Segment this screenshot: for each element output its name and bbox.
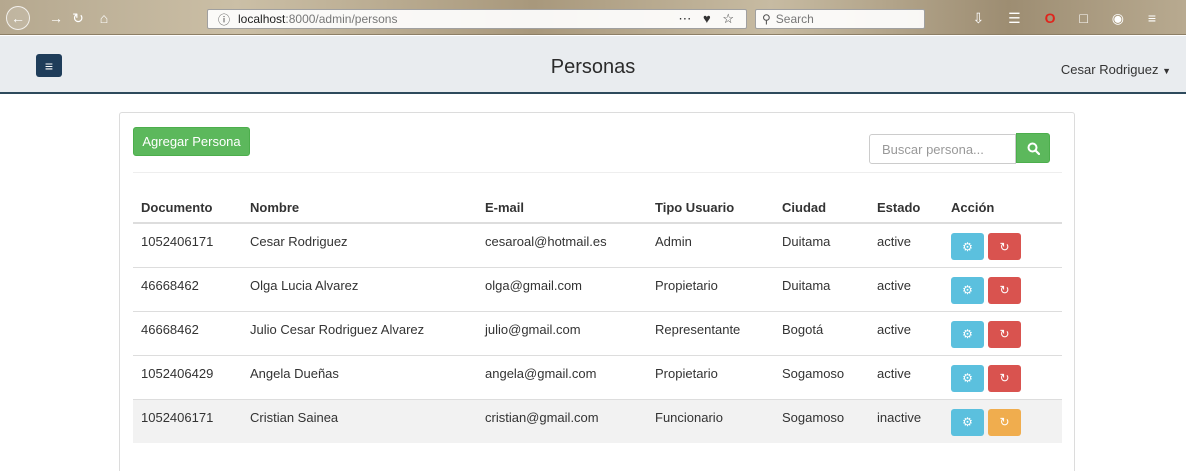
search-icon (1027, 142, 1040, 155)
cell-accion: ⚙ ↻ (943, 266, 1062, 311)
url-host: localhost (238, 12, 286, 26)
cell-tipo-usuario: Propietario (647, 266, 774, 311)
browser-search-box[interactable]: ⚲ Search (755, 9, 925, 29)
toggle-status-button[interactable]: ↻ (988, 364, 1021, 392)
info-icon: ⓘ (218, 12, 231, 27)
search-person-input[interactable] (869, 134, 1016, 164)
user-menu[interactable]: Cesar Rodriguez ▼ (1061, 62, 1171, 77)
forward-button[interactable]: → (44, 6, 68, 30)
table-row: 1052406171 Cesar Rodriguez cesaroal@hotm… (133, 222, 1062, 267)
cell-email: olga@gmail.com (477, 266, 647, 311)
cell-estado: inactive (869, 398, 943, 443)
cell-email: julio@gmail.com (477, 310, 647, 355)
cell-tipo-usuario: Funcionario (647, 398, 774, 443)
cell-documento: 1052406429 (133, 354, 242, 399)
cell-nombre: Olga Lucia Alvarez (242, 266, 477, 311)
search-icon: ⚲ (762, 12, 771, 26)
cell-tipo-usuario: Representante (647, 310, 774, 355)
opera-icon[interactable]: O (1045, 10, 1066, 26)
cell-email: cristian@gmail.com (477, 398, 647, 443)
cell-estado: active (869, 310, 943, 355)
cell-documento: 1052406171 (133, 222, 242, 267)
refresh-icon: ↻ (999, 283, 1010, 297)
reload-button[interactable]: ↻ (66, 6, 90, 30)
page-title: Personas (550, 56, 636, 78)
cell-accion: ⚙ ↻ (943, 398, 1062, 443)
gear-icon: ⚙ (962, 239, 973, 254)
cell-email: cesaroal@hotmail.es (477, 222, 647, 267)
refresh-icon: ↻ (999, 371, 1010, 385)
divider (133, 172, 1062, 173)
address-bar[interactable]: ⓘ localhost:8000/admin/persons ⋯ ♥ ☆ (207, 9, 747, 29)
edit-button[interactable]: ⚙ (951, 276, 984, 304)
cell-nombre: Cristian Sainea (242, 398, 477, 443)
gear-icon: ⚙ (962, 371, 973, 385)
cell-ciudad: Bogotá (774, 310, 869, 355)
cell-estado: active (869, 266, 943, 311)
cell-accion: ⚙ ↻ (943, 354, 1062, 399)
search-button[interactable] (1016, 133, 1050, 163)
cell-email: angela@gmail.com (477, 354, 647, 399)
table-row: 46668462 Julio Cesar Rodriguez Alvarez j… (133, 310, 1062, 355)
cell-ciudad: Sogamoso (774, 398, 869, 443)
cell-estado: active (869, 222, 943, 267)
edit-button[interactable]: ⚙ (951, 233, 984, 260)
arrow-left-icon: ← (11, 10, 25, 26)
home-button[interactable]: ⌂ (92, 6, 116, 30)
cell-accion: ⚙ ↻ (943, 222, 1062, 267)
table-row: 46668462 Olga Lucia Alvarez olga@gmail.c… (133, 266, 1062, 311)
reload-icon: ↻ (72, 9, 84, 26)
column-header: Documento (133, 193, 242, 224)
refresh-icon: ↻ (999, 239, 1010, 254)
page-actions-icon[interactable]: ⋯ ♥ ☆ (678, 11, 738, 27)
cell-ciudad: Sogamoso (774, 354, 869, 399)
table-row: 1052406171 Cristian Sainea cristian@gmai… (133, 398, 1062, 443)
edit-button[interactable]: ⚙ (951, 408, 984, 436)
cell-documento: 1052406171 (133, 398, 242, 443)
app-header: ≡ Personas Cesar Rodriguez ▼ (0, 36, 1186, 94)
table-row: 1052406429 Angela Dueñas angela@gmail.co… (133, 354, 1062, 399)
column-header: Nombre (242, 193, 477, 224)
browser-tool-icons[interactable]: ⇩ ☰ O □ ◉ ≡ (973, 10, 1166, 27)
home-icon: ⌂ (99, 10, 109, 26)
back-button[interactable]: ← (6, 6, 30, 30)
cell-documento: 46668462 (133, 310, 242, 355)
browser-search-placeholder: Search (775, 12, 814, 26)
cell-tipo-usuario: Propietario (647, 354, 774, 399)
column-header: Ciudad (774, 193, 869, 224)
toggle-status-button[interactable]: ↻ (988, 233, 1021, 260)
column-header: E-mail (477, 193, 647, 224)
cell-nombre: Angela Dueñas (242, 354, 477, 399)
cell-estado: active (869, 354, 943, 399)
persons-panel: Agregar Persona Documento Nombre E-mail … (119, 112, 1075, 471)
cell-documento: 46668462 (133, 266, 242, 311)
cell-nombre: Cesar Rodriguez (242, 222, 477, 267)
gear-icon: ⚙ (962, 415, 973, 429)
url-path: :8000/admin/persons (285, 12, 398, 26)
refresh-icon: ↻ (999, 327, 1010, 341)
user-name: Cesar Rodriguez (1060, 62, 1159, 77)
browser-toolbar: ← → ↻ ⌂ ⓘ localhost:8000/admin/persons ⋯… (0, 0, 1186, 35)
caret-down-icon: ▼ (1162, 66, 1171, 76)
toggle-status-button[interactable]: ↻ (988, 276, 1021, 304)
column-header: Estado (869, 193, 943, 224)
gear-icon: ⚙ (962, 283, 973, 297)
table-header-row: Documento Nombre E-mail Tipo Usuario Ciu… (133, 193, 1062, 224)
edit-button[interactable]: ⚙ (951, 364, 984, 392)
column-header: Acción (943, 193, 1062, 224)
toggle-status-button[interactable]: ↻ (988, 408, 1021, 436)
toggle-status-button[interactable]: ↻ (988, 320, 1021, 348)
cell-accion: ⚙ ↻ (943, 310, 1062, 355)
cell-ciudad: Duitama (774, 266, 869, 311)
cell-ciudad: Duitama (774, 222, 869, 267)
refresh-icon: ↻ (999, 415, 1010, 429)
arrow-right-icon: → (49, 10, 63, 26)
cell-tipo-usuario: Admin (647, 222, 774, 267)
cell-nombre: Julio Cesar Rodriguez Alvarez (242, 310, 477, 355)
column-header: Tipo Usuario (647, 193, 774, 224)
add-person-button[interactable]: Agregar Persona (133, 127, 250, 156)
edit-button[interactable]: ⚙ (951, 320, 984, 348)
gear-icon: ⚙ (962, 327, 973, 341)
persons-table: Documento Nombre E-mail Tipo Usuario Ciu… (133, 193, 1062, 443)
